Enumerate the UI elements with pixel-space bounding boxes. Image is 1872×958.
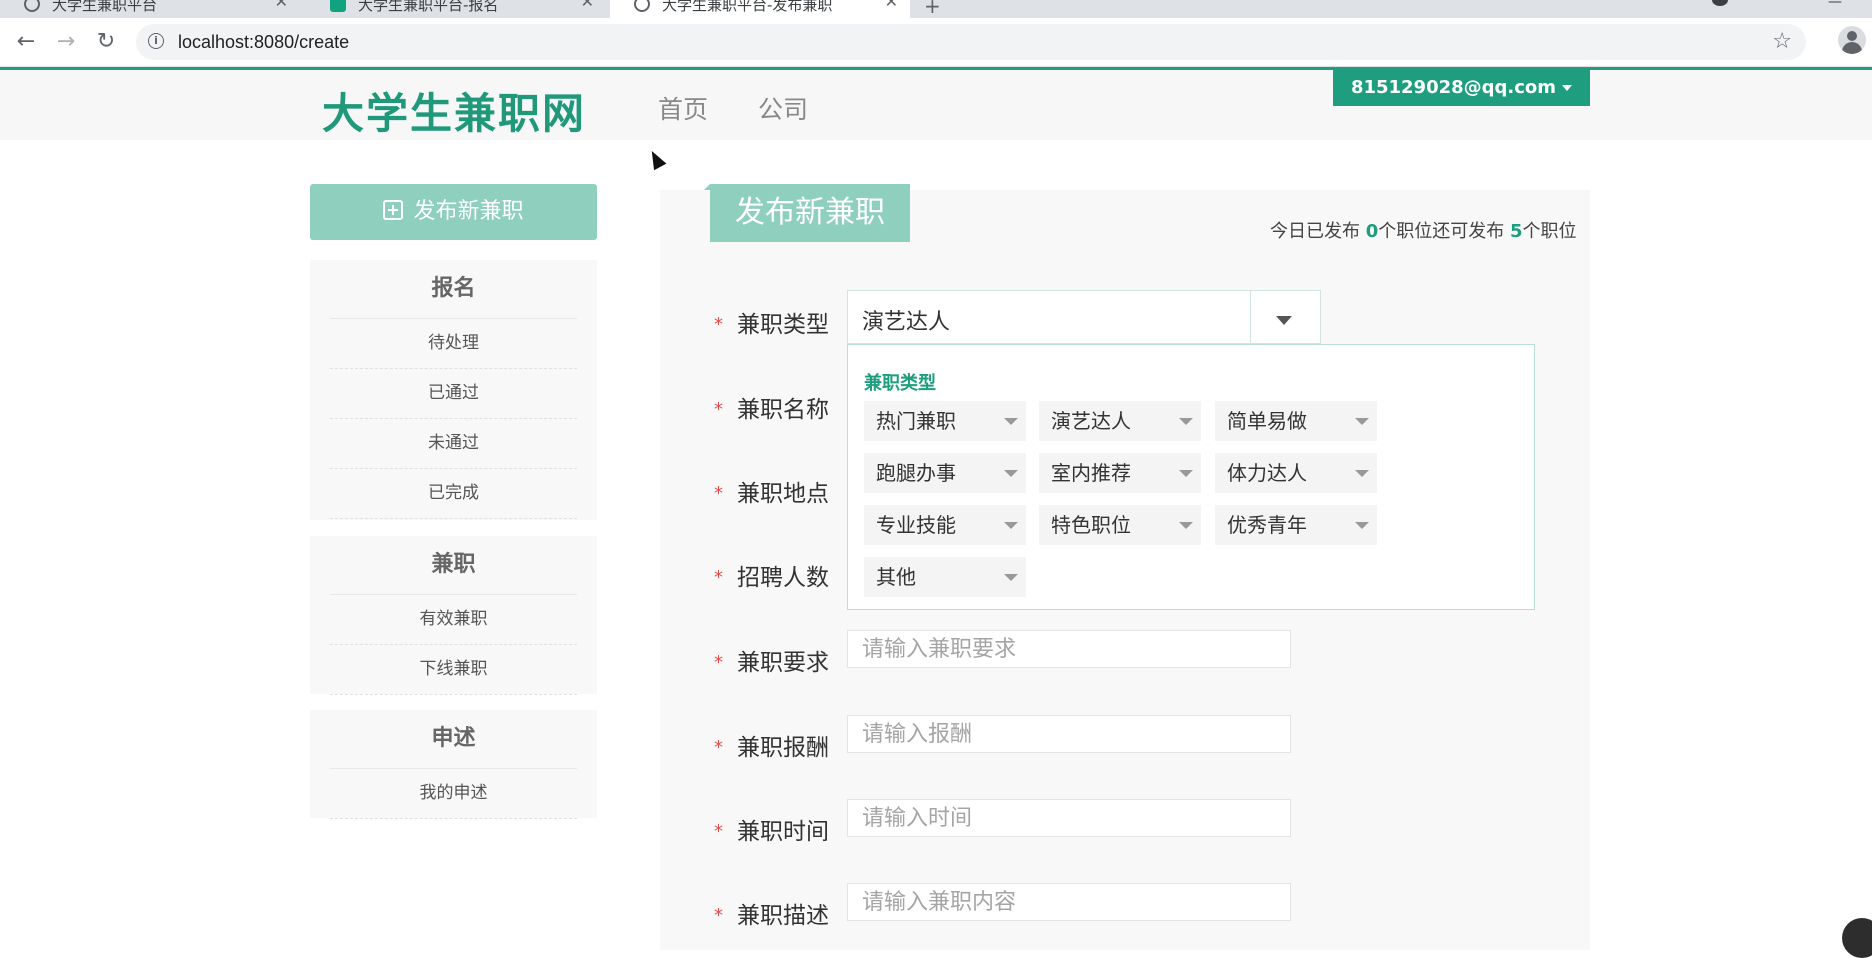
reload-icon[interactable]: ↻: [92, 28, 120, 56]
browser-tab-2[interactable]: 大学生兼职平台-报名 ✕: [306, 0, 606, 18]
url-text[interactable]: localhost:8080/create: [178, 32, 349, 53]
caret-down-icon: [1355, 418, 1369, 425]
browser-tab-1[interactable]: 大学生兼职平台 ✕: [0, 0, 300, 18]
sidebar-group-title: 申述: [330, 710, 577, 769]
caret-down-icon[interactable]: [1276, 316, 1292, 325]
profile-avatar-icon[interactable]: [1838, 26, 1866, 54]
mouse-cursor-icon: [645, 147, 667, 171]
option-featured[interactable]: 特色职位: [1039, 505, 1201, 545]
remaining-count: 5: [1510, 221, 1523, 242]
caret-down-icon: [1355, 522, 1369, 529]
browser-tab-3-active[interactable]: 大学生兼职平台-发布兼职 ✕: [610, 0, 910, 18]
caret-down-icon: [1179, 522, 1193, 529]
caret-down-icon: [1179, 418, 1193, 425]
info-icon[interactable]: i: [148, 33, 164, 49]
label-job-name: * 兼职名称: [714, 397, 829, 423]
option-errands[interactable]: 跑腿办事: [864, 453, 1026, 493]
label-salary: * 兼职报酬: [714, 735, 829, 761]
minimize-icon[interactable]: —: [1828, 0, 1842, 10]
caret-down-icon: [1562, 85, 1573, 91]
time-input[interactable]: [847, 799, 1291, 837]
sidebar-item-approved[interactable]: 已通过: [330, 369, 577, 419]
option-indoor[interactable]: 室内推荐: [1039, 453, 1201, 493]
label-job-location: * 兼职地点: [714, 481, 829, 507]
address-bar: ← → ↻ i localhost:8080/create ☆: [0, 18, 1872, 67]
publish-quota-text: 今日已发布 0个职位还可发布 5个职位: [1270, 221, 1577, 242]
page-title: 发布新兼职: [704, 184, 910, 242]
tab-title: 大学生兼职平台-发布兼职: [662, 0, 833, 14]
sidebar-item-active-jobs[interactable]: 有效兼职: [330, 595, 577, 645]
caret-down-icon: [1004, 418, 1018, 425]
forward-arrow-icon[interactable]: →: [52, 28, 80, 56]
sidebar-item-completed[interactable]: 已完成: [330, 469, 577, 519]
sidebar-group-title: 兼职: [330, 536, 577, 595]
published-count: 0: [1365, 221, 1379, 242]
job-type-selected-value: 演艺达人: [862, 310, 951, 335]
job-type-dropdown: 兼职类型 热门兼职 演艺达人 简单易做 跑腿办事 室内推荐 体力达人 专业技能 …: [847, 344, 1535, 610]
plus-square-icon: [383, 200, 404, 220]
sidebar-item-rejected[interactable]: 未通过: [330, 419, 577, 469]
close-icon[interactable]: ✕: [581, 0, 594, 11]
option-hot-jobs[interactable]: 热门兼职: [864, 401, 1026, 441]
dropdown-title: 兼职类型: [864, 373, 936, 394]
tab-search-icon[interactable]: [1712, 0, 1728, 6]
job-type-select[interactable]: 演艺达人: [847, 290, 1321, 344]
publish-button-label: 发布新兼职: [413, 199, 524, 224]
sidebar-item-pending[interactable]: 待处理: [330, 319, 577, 369]
tab-title: 大学生兼职平台-报名: [358, 0, 499, 14]
sidebar-item-my-appeals[interactable]: 我的申述: [330, 769, 577, 819]
nav-home[interactable]: 首页: [658, 90, 708, 126]
back-arrow-icon[interactable]: ←: [12, 28, 40, 56]
caret-down-icon: [1355, 470, 1369, 477]
sidebar-group-appeal: 申述 我的申述: [310, 710, 597, 819]
bookmark-star-icon[interactable]: ☆: [1772, 29, 1792, 54]
option-professional[interactable]: 专业技能: [864, 505, 1026, 545]
user-email: 815129028@qq.com: [1350, 77, 1557, 98]
label-time: * 兼职时间: [714, 819, 829, 845]
description-input[interactable]: [847, 883, 1291, 921]
caret-down-icon: [1179, 470, 1193, 477]
url-omnibox[interactable]: i localhost:8080/create ☆: [136, 24, 1806, 60]
option-other[interactable]: 其他: [864, 557, 1026, 597]
user-menu-button[interactable]: 815129028@qq.com: [1333, 70, 1590, 106]
sidebar-item-offline-jobs[interactable]: 下线兼职: [330, 645, 577, 695]
caret-down-icon: [1004, 574, 1018, 581]
floating-widget-icon[interactable]: [1842, 918, 1872, 958]
label-headcount: * 招聘人数: [714, 565, 829, 591]
caret-down-icon: [1004, 470, 1018, 477]
close-icon[interactable]: ✕: [885, 0, 898, 11]
globe-icon: [24, 0, 40, 12]
tab-title: 大学生兼职平台: [52, 0, 158, 14]
close-icon[interactable]: ✕: [275, 0, 288, 11]
option-youth[interactable]: 优秀青年: [1215, 505, 1377, 545]
globe-icon: [634, 0, 650, 12]
label-description: * 兼职描述: [714, 903, 829, 929]
site-favicon-icon: [330, 0, 346, 12]
caret-down-icon: [1004, 522, 1018, 529]
sidebar-group-jobs: 兼职 有效兼职 下线兼职: [310, 536, 597, 695]
option-physical[interactable]: 体力达人: [1215, 453, 1377, 493]
sidebar-group-signup: 报名 待处理 已通过 未通过 已完成: [310, 260, 597, 520]
sidebar-group-title: 报名: [330, 260, 577, 319]
publish-new-job-button[interactable]: 发布新兼职: [310, 184, 597, 240]
salary-input[interactable]: [847, 715, 1291, 753]
browser-tab-strip: 大学生兼职平台 ✕ 大学生兼职平台-报名 ✕ 大学生兼职平台-发布兼职 ✕ + …: [0, 0, 1872, 18]
option-performer[interactable]: 演艺达人: [1039, 401, 1201, 441]
option-easy[interactable]: 简单易做: [1215, 401, 1377, 441]
nav-company[interactable]: 公司: [758, 90, 808, 126]
label-requirements: * 兼职要求: [714, 650, 829, 676]
new-tab-icon[interactable]: +: [924, 0, 941, 18]
requirements-input[interactable]: [847, 630, 1291, 668]
label-job-type: * 兼职类型: [714, 312, 829, 338]
site-header: 大学生兼职网 首页 公司 815129028@qq.com: [0, 67, 1872, 140]
site-logo[interactable]: 大学生兼职网: [322, 80, 586, 141]
